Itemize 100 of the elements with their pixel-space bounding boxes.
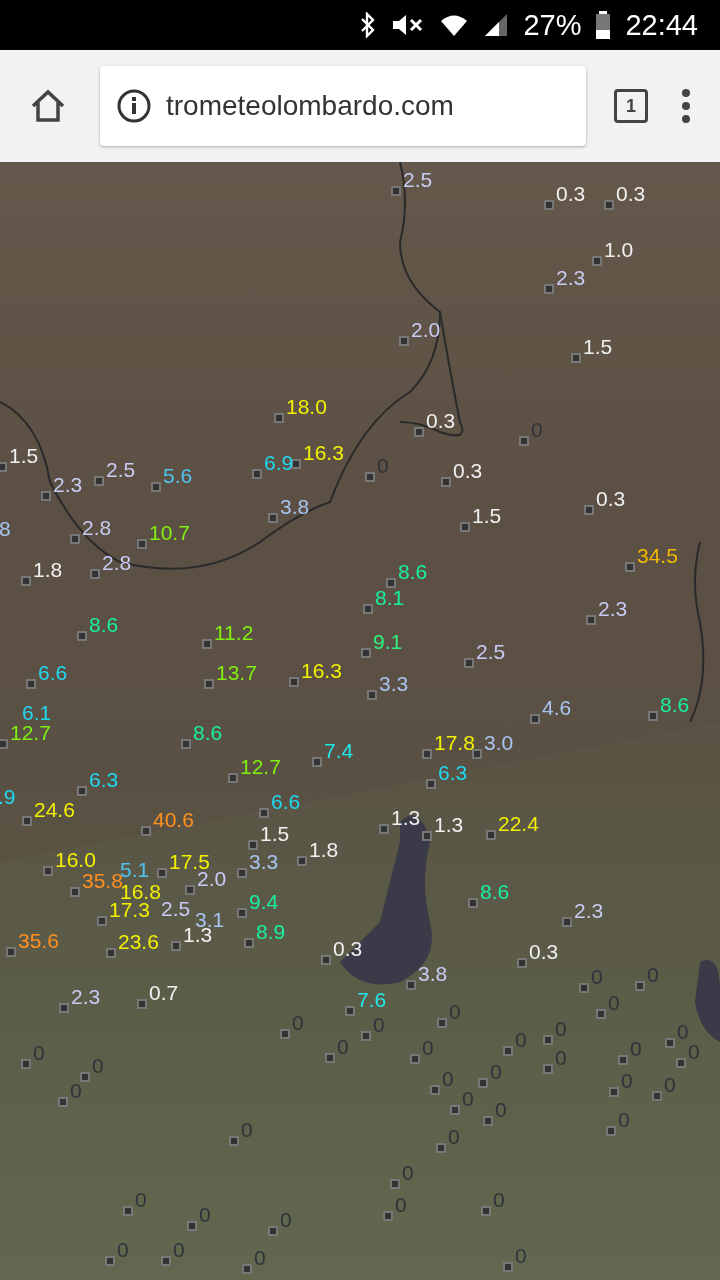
rainfall-value: 18.0 bbox=[286, 397, 327, 417]
station-marker-icon bbox=[77, 631, 87, 641]
rainfall-value: 6.6 bbox=[38, 663, 68, 683]
station-marker-icon bbox=[618, 1055, 628, 1065]
rainfall-value: 2.5 bbox=[476, 642, 506, 662]
station-marker-icon bbox=[41, 491, 51, 501]
rainfall-value: 8.6 bbox=[660, 695, 690, 715]
rainfall-value: 0.3 bbox=[529, 942, 559, 962]
station-marker-icon bbox=[361, 648, 371, 658]
station-marker-icon bbox=[481, 1206, 491, 1216]
rainfall-value: 2.0 bbox=[411, 320, 441, 340]
station-marker-icon bbox=[635, 981, 645, 991]
rainfall-value: 8 bbox=[0, 519, 11, 539]
rainfall-value: 34.5 bbox=[637, 546, 678, 566]
rainfall-value: 1.5 bbox=[260, 824, 290, 844]
rainfall-value: 17.5 bbox=[169, 852, 210, 872]
rainfall-value: 1.8 bbox=[33, 560, 63, 580]
station-marker-icon bbox=[58, 1097, 68, 1107]
station-marker-icon bbox=[70, 887, 80, 897]
station-marker-icon bbox=[161, 1256, 171, 1266]
station-marker-icon bbox=[503, 1046, 513, 1056]
rainfall-value: 0.3 bbox=[616, 184, 646, 204]
station-marker-icon bbox=[483, 1116, 493, 1126]
station-marker-icon bbox=[441, 477, 451, 487]
station-marker-icon bbox=[297, 856, 307, 866]
station-marker-icon bbox=[77, 786, 87, 796]
station-marker-icon bbox=[70, 534, 80, 544]
rainfall-value: 1.5 bbox=[472, 506, 502, 526]
station-marker-icon bbox=[450, 1105, 460, 1115]
rainfall-value: 3.8 bbox=[418, 964, 448, 984]
rainfall-value: 3.0 bbox=[484, 733, 514, 753]
rainfall-value: 2.3 bbox=[53, 475, 83, 495]
rainfall-value: 1.5 bbox=[9, 446, 39, 466]
rainfall-value: 12.7 bbox=[240, 757, 281, 777]
tab-switcher-button[interactable]: 1 bbox=[614, 89, 648, 123]
station-marker-icon bbox=[22, 816, 32, 826]
station-marker-icon bbox=[123, 1206, 133, 1216]
station-marker-icon bbox=[517, 958, 527, 968]
battery-percentage: 27% bbox=[523, 8, 582, 42]
station-marker-icon bbox=[289, 677, 299, 687]
station-marker-icon bbox=[519, 436, 529, 446]
station-marker-icon bbox=[21, 1059, 31, 1069]
station-marker-icon bbox=[244, 938, 254, 948]
station-marker-icon bbox=[237, 908, 247, 918]
rainfall-value: 40.6 bbox=[153, 810, 194, 830]
station-marker-icon bbox=[94, 476, 104, 486]
rainfall-value: 12.7 bbox=[10, 723, 51, 743]
signal-icon bbox=[483, 12, 510, 38]
rainfall-value: 13.7 bbox=[216, 663, 257, 683]
rainfall-value: 2.8 bbox=[102, 553, 132, 573]
station-marker-icon bbox=[259, 808, 269, 818]
station-marker-icon bbox=[321, 955, 331, 965]
station-marker-icon bbox=[436, 1143, 446, 1153]
station-marker-icon bbox=[187, 1221, 197, 1231]
station-marker-icon bbox=[0, 462, 7, 472]
info-icon bbox=[116, 88, 152, 124]
rainfall-value: 3.3 bbox=[249, 852, 279, 872]
station-marker-icon bbox=[478, 1078, 488, 1088]
station-marker-icon bbox=[141, 826, 151, 836]
station-marker-icon bbox=[460, 522, 470, 532]
url-text: trometeolombardo.com bbox=[166, 90, 454, 122]
rainfall-value: 2.3 bbox=[598, 599, 628, 619]
rainfall-value: 23.6 bbox=[118, 932, 159, 952]
station-marker-icon bbox=[386, 578, 396, 588]
rainfall-value: 6.6 bbox=[271, 792, 301, 812]
clock-time: 22:44 bbox=[625, 8, 698, 42]
rainfall-value: 16.3 bbox=[303, 443, 344, 463]
station-marker-icon bbox=[80, 1072, 90, 1082]
rainfall-value: 16.3 bbox=[301, 661, 342, 681]
rainfall-value: 2.3 bbox=[71, 987, 101, 1007]
station-marker-icon bbox=[185, 885, 195, 895]
rainfall-value: 0.3 bbox=[556, 184, 586, 204]
station-marker-icon bbox=[543, 1035, 553, 1045]
station-marker-icon bbox=[59, 1003, 69, 1013]
rainfall-value: 1.3 bbox=[391, 808, 421, 828]
station-marker-icon bbox=[383, 1211, 393, 1221]
station-marker-icon bbox=[562, 917, 572, 927]
station-marker-icon bbox=[171, 941, 181, 951]
rainfall-value: 5.6 bbox=[163, 466, 193, 486]
station-marker-icon bbox=[365, 472, 375, 482]
rainfall-value: 2.5 bbox=[403, 170, 433, 190]
rainfall-value: 0.3 bbox=[426, 411, 456, 431]
station-marker-icon bbox=[410, 1054, 420, 1064]
station-marker-icon bbox=[361, 1031, 371, 1041]
url-field[interactable]: trometeolombardo.com bbox=[100, 66, 586, 146]
rainfall-value: 8.6 bbox=[398, 562, 428, 582]
rainfall-value: 2.0 bbox=[197, 869, 227, 889]
station-marker-icon bbox=[665, 1038, 675, 1048]
station-marker-icon bbox=[390, 1179, 400, 1189]
station-marker-icon bbox=[0, 739, 8, 749]
station-marker-icon bbox=[137, 539, 147, 549]
rainfall-value: 24.6 bbox=[34, 800, 75, 820]
rainfall-value: 2.3 bbox=[574, 901, 604, 921]
station-marker-icon bbox=[204, 679, 214, 689]
station-marker-icon bbox=[274, 413, 284, 423]
station-marker-icon bbox=[363, 604, 373, 614]
station-marker-icon bbox=[606, 1126, 616, 1136]
station-marker-icon bbox=[379, 824, 389, 834]
rainfall-value: .9 bbox=[0, 787, 16, 807]
menu-icon bbox=[680, 88, 692, 124]
